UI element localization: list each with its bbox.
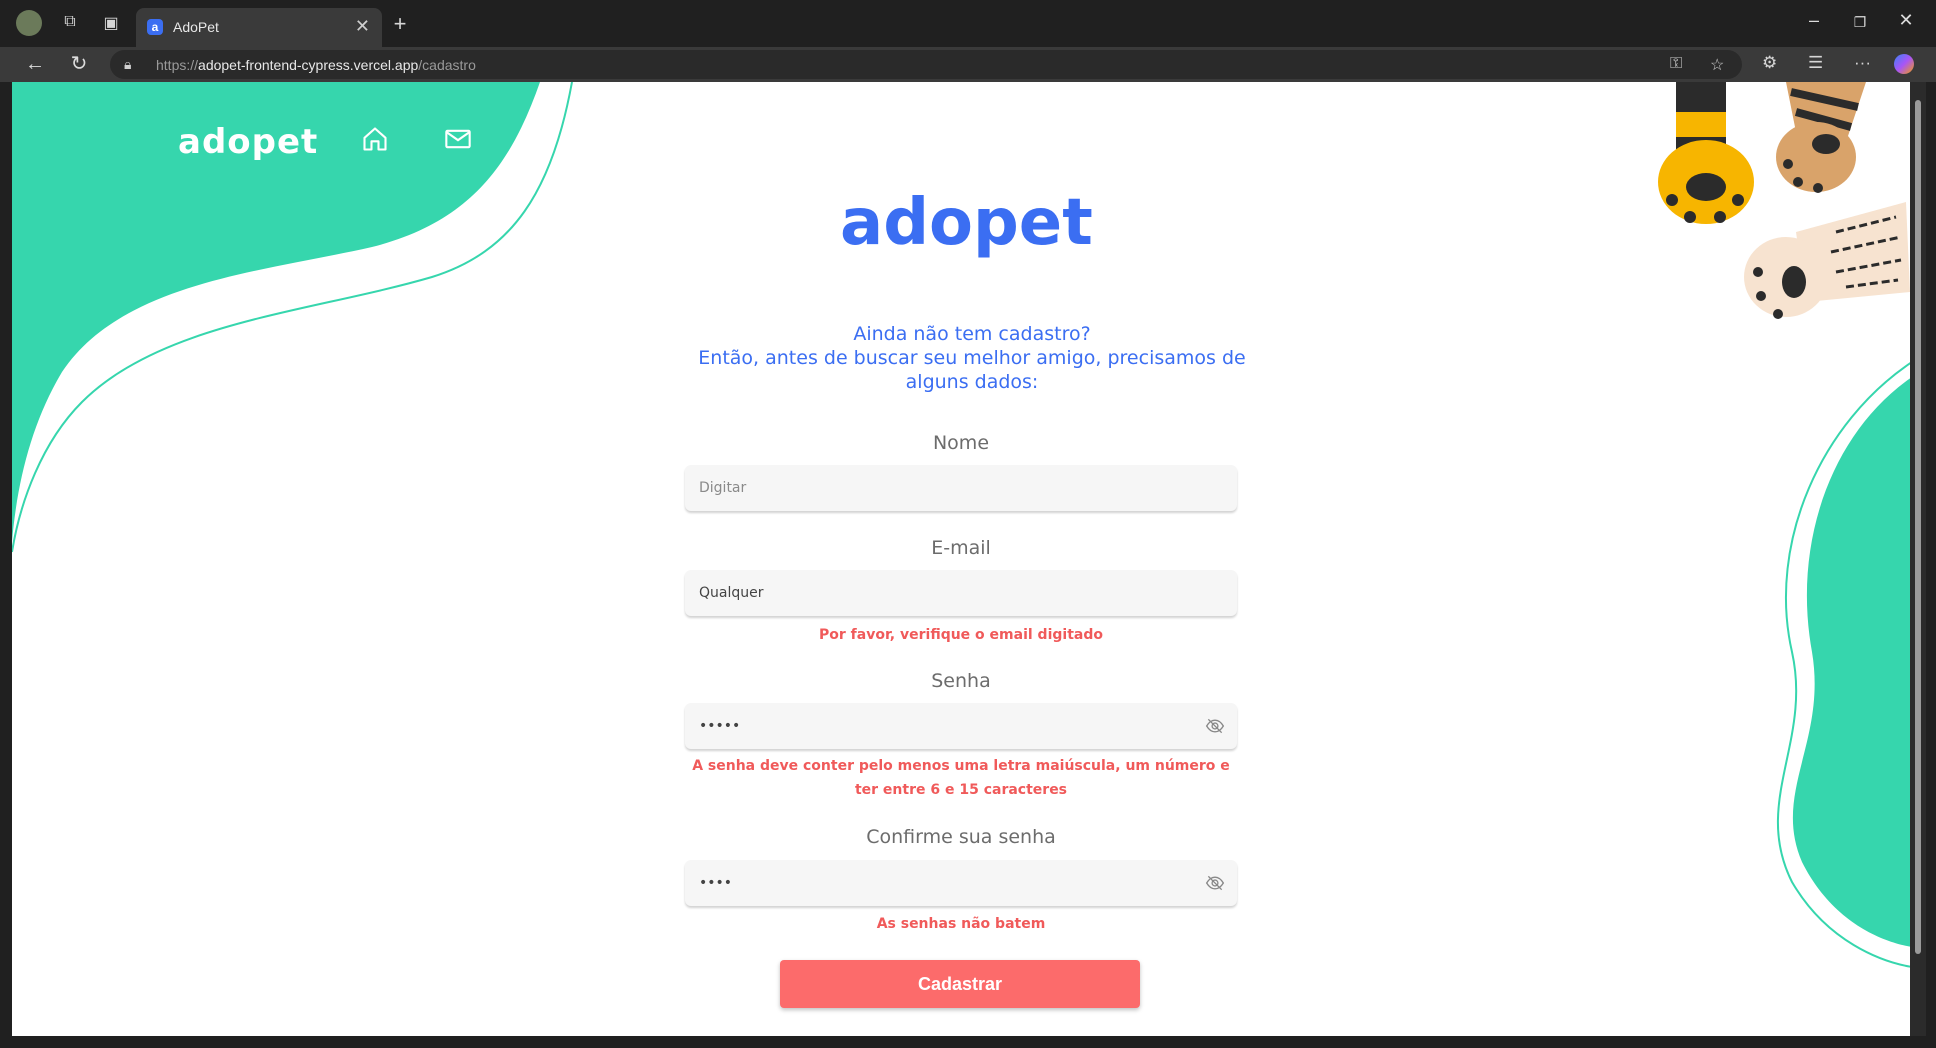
eye-off-icon[interactable]	[1205, 873, 1225, 893]
refresh-icon[interactable]: ↻	[64, 51, 94, 77]
scrollbar-thumb[interactable]	[1915, 100, 1921, 954]
page-scrollbar[interactable]	[1910, 82, 1926, 1036]
confirm-senha-input[interactable]: ••••	[685, 860, 1237, 906]
lock-icon[interactable]: 🔒︎	[124, 56, 131, 73]
browser-titlebar: ⧉ ▣ a AdoPet ✕ + – ❐ ✕	[0, 0, 1936, 47]
nome-label: Nome	[932, 432, 990, 454]
mail-icon[interactable]	[444, 127, 472, 151]
browser-toolbar: ← ↻ 🔒︎ https://adopet-frontend-cypress.v…	[0, 47, 1936, 82]
cat-paws-illustration	[1658, 82, 1910, 319]
window-bottom-edge	[0, 1036, 1936, 1048]
extensions-icon[interactable]: ⚙	[1762, 53, 1777, 73]
minimize-icon[interactable]: –	[1794, 10, 1834, 31]
nav-logo[interactable]: adopet	[178, 122, 318, 162]
email-value: Qualquer	[699, 585, 764, 601]
eye-off-icon[interactable]	[1205, 716, 1225, 736]
senha-error: A senha deve conter pelo menos uma letra…	[692, 758, 1230, 798]
confirm-senha-value: ••••	[699, 875, 733, 891]
main-logo: adopet	[840, 186, 1093, 260]
cadastrar-button[interactable]: Cadastrar	[780, 960, 1140, 1008]
url-text: https://adopet-frontend-cypress.vercel.a…	[156, 57, 476, 73]
address-bar[interactable]: 🔒︎ https://adopet-frontend-cypress.verce…	[110, 50, 1742, 79]
browser-tab[interactable]: a AdoPet ✕	[136, 8, 382, 47]
email-label: E-mail	[931, 537, 991, 559]
tab-title: AdoPet	[173, 19, 219, 35]
side-green-blob	[1777, 362, 1910, 968]
profile-avatar-icon[interactable]	[16, 10, 42, 36]
senha-value: •••••	[699, 718, 741, 734]
new-tab-icon[interactable]: +	[388, 11, 412, 37]
workspaces-icon[interactable]: ⧉	[58, 13, 82, 31]
restore-icon[interactable]: ❐	[1840, 14, 1880, 31]
copilot-icon[interactable]	[1894, 54, 1914, 74]
intro-text: Ainda não tem cadastro? Então, antes de …	[672, 322, 1272, 394]
nome-input[interactable]: Digitar	[685, 465, 1237, 511]
adopet-favicon-icon: a	[147, 19, 163, 35]
close-tab-icon[interactable]: ✕	[355, 16, 370, 37]
senha-label: Senha	[931, 670, 991, 692]
close-window-icon[interactable]: ✕	[1886, 10, 1926, 31]
nome-placeholder: Digitar	[699, 480, 747, 496]
intro-line-1: Ainda não tem cadastro?	[853, 323, 1091, 345]
key-icon[interactable]: ⚿	[1670, 55, 1682, 73]
home-icon[interactable]	[361, 125, 389, 153]
more-options-icon[interactable]: ···	[1854, 53, 1871, 73]
favorite-star-icon[interactable]: ☆	[1710, 55, 1724, 75]
senha-input[interactable]: •••••	[685, 703, 1237, 749]
tab-actions-icon[interactable]: ▣	[99, 13, 123, 33]
back-icon[interactable]: ←	[20, 51, 50, 77]
confirm-senha-label: Confirme sua senha	[866, 826, 1056, 848]
email-error: Por favor, verifique o email digitado	[819, 627, 1103, 643]
email-input[interactable]: Qualquer	[685, 570, 1237, 616]
favorites-list-icon[interactable]: ☰	[1808, 53, 1823, 73]
intro-line-2: Então, antes de buscar seu melhor amigo,…	[698, 347, 1246, 393]
page-viewport: adopet adopet Ainda não tem cadastro? En…	[12, 82, 1910, 1036]
confirm-senha-error: As senhas não batem	[876, 916, 1046, 932]
